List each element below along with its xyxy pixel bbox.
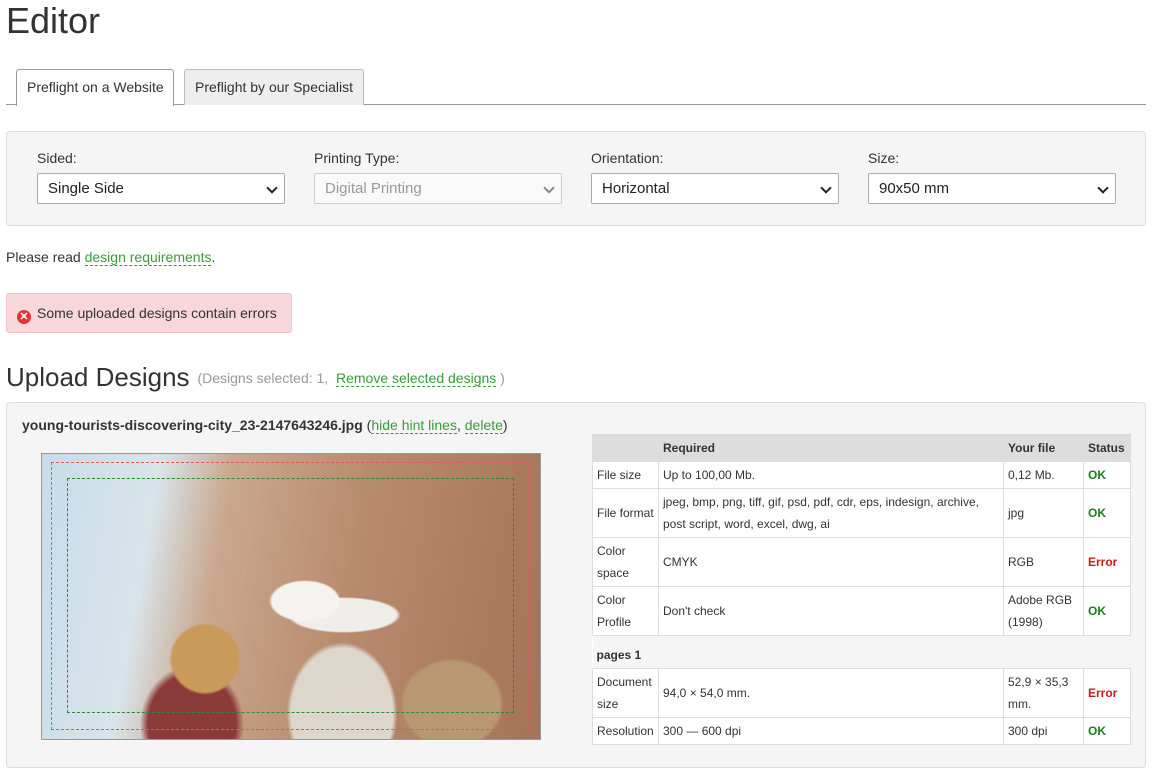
tab-preflight-website[interactable]: Preflight on a Website	[16, 69, 174, 106]
size-label: Size:	[868, 150, 900, 166]
delete-link[interactable]: delete	[464, 417, 503, 434]
chevron-down-icon	[1097, 182, 1109, 194]
error-circle-icon: ✕	[17, 310, 31, 324]
orientation-value: Horizontal	[602, 180, 670, 197]
printing-type-select: Digital Printing	[314, 173, 562, 204]
header-status: Status	[1083, 434, 1131, 462]
printing-type-option: Printing Type: Digital Printing	[314, 150, 562, 204]
hide-hint-lines-link[interactable]: hide hint lines	[371, 417, 457, 434]
sided-value: Single Side	[48, 180, 124, 197]
file-line: young-tourists-discovering-city_23-21476…	[22, 417, 508, 434]
paren-close: )	[502, 417, 508, 433]
designs-selected-text: (Designs selected: 1,	[197, 369, 329, 386]
safe-zone-hint-line	[67, 478, 514, 713]
table-row: File format jpeg, bmp, png, tiff, gif, p…	[592, 488, 1131, 538]
row-status: Error	[1083, 668, 1131, 718]
header-required: Required	[658, 434, 1004, 462]
row-your-file: jpg	[1003, 488, 1084, 538]
size-option: Size: 90x50 mm	[868, 150, 1116, 204]
design-preview-image	[41, 453, 541, 740]
orientation-label: Orientation:	[591, 150, 664, 166]
table-row: File size Up to 100,00 Mb. 0,12 Mb. OK	[592, 461, 1131, 489]
row-required: 94,0 × 54,0 mm.	[658, 668, 1004, 718]
options-panel: Sided: Single Side Printing Type: Digita…	[6, 131, 1146, 226]
row-required: jpeg, bmp, png, tiff, gif, psd, pdf, cdr…	[658, 488, 1004, 538]
row-status: OK	[1083, 717, 1131, 745]
row-name: File format	[592, 488, 659, 538]
page-title: Editor	[6, 0, 101, 41]
remove-selected-link[interactable]: Remove selected designs	[335, 369, 497, 387]
table-row: Document size 94,0 × 54,0 mm. 52,9 × 35,…	[592, 668, 1131, 718]
chevron-down-icon	[820, 182, 832, 194]
upload-heading: Upload Designs (Designs selected: 1, Rem…	[6, 362, 505, 393]
table-row: Color Profile Don't check Adobe RGB (199…	[592, 586, 1131, 636]
row-name: Color Profile	[592, 586, 659, 636]
table-row: Color space CMYK RGB Error	[592, 537, 1131, 587]
row-required: Don't check	[658, 586, 1004, 636]
printing-type-label: Printing Type:	[314, 150, 400, 166]
section-row: pages 1	[592, 635, 1131, 669]
orientation-select[interactable]: Horizontal	[591, 173, 839, 204]
upload-title: Upload Designs	[6, 362, 190, 392]
alert-text: Some uploaded designs contain errors	[37, 305, 277, 321]
design-requirements-link[interactable]: design requirements	[84, 249, 212, 266]
row-required: 300 — 600 dpi	[658, 717, 1004, 745]
requirements-prefix: Please read	[6, 249, 85, 265]
row-name: Color space	[592, 537, 659, 587]
size-value: 90x50 mm	[879, 180, 950, 197]
designs-selected: (Designs selected: 1, Remove selected de…	[197, 369, 505, 387]
orientation-option: Orientation: Horizontal	[591, 150, 839, 204]
row-required: CMYK	[658, 537, 1004, 587]
section-title: pages 1	[592, 635, 1131, 669]
row-your-file: 300 dpi	[1003, 717, 1084, 745]
row-name: Resolution	[592, 717, 659, 745]
requirements-note: Please read design requirements.	[6, 249, 216, 266]
row-name: Document size	[592, 668, 659, 718]
row-required: Up to 100,00 Mb.	[658, 461, 1004, 489]
row-name: File size	[592, 461, 659, 489]
requirements-suffix: .	[211, 249, 216, 265]
row-your-file: RGB	[1003, 537, 1084, 587]
row-your-file: Adobe RGB (1998)	[1003, 586, 1084, 636]
row-status: OK	[1083, 586, 1131, 636]
header-your-file: Your file	[1003, 434, 1084, 462]
header-name	[592, 434, 659, 462]
table-row: Resolution 300 — 600 dpi 300 dpi OK	[592, 717, 1131, 745]
requirements-table: Required Your file Status File size Up t…	[592, 434, 1131, 745]
chevron-down-icon	[543, 182, 555, 194]
tab-bar: Preflight on a Website Preflight by our …	[6, 69, 1146, 106]
file-name: young-tourists-discovering-city_23-21476…	[22, 417, 363, 433]
sided-label: Sided:	[37, 150, 77, 166]
row-status: Error	[1083, 537, 1131, 587]
comma: ,	[456, 417, 465, 433]
row-status: OK	[1083, 488, 1131, 538]
row-your-file: 52,9 × 35,3 mm.	[1003, 668, 1084, 718]
printing-type-value: Digital Printing	[325, 180, 422, 197]
size-select[interactable]: 90x50 mm	[868, 173, 1116, 204]
designs-selected-close: )	[500, 369, 505, 386]
row-status: OK	[1083, 461, 1131, 489]
design-panel: young-tourists-discovering-city_23-21476…	[6, 402, 1146, 768]
sided-select[interactable]: Single Side	[37, 173, 285, 204]
tab-preflight-specialist[interactable]: Preflight by our Specialist	[184, 69, 364, 105]
row-your-file: 0,12 Mb.	[1003, 461, 1084, 489]
error-alert: ✕ Some uploaded designs contain errors	[6, 293, 292, 333]
table-header-row: Required Your file Status	[592, 434, 1131, 462]
sided-option: Sided: Single Side	[37, 150, 285, 204]
chevron-down-icon	[266, 182, 278, 194]
